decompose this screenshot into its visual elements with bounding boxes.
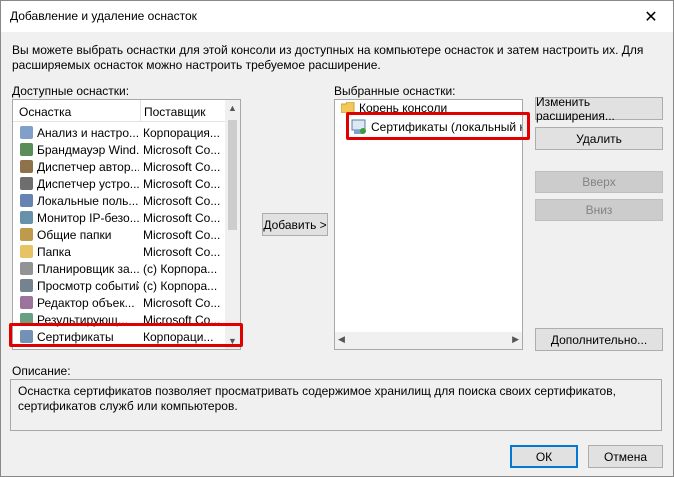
list-item[interactable]: Брандмауэр Wind... Microsoft Co... — [13, 141, 225, 158]
available-snapins-list[interactable]: Оснастка Поставщик Анализ и настро... Кор… — [12, 99, 241, 350]
list-item-name: Анализ и настро... — [37, 126, 139, 140]
list-item-provider: Microsoft Co... — [143, 296, 221, 310]
list-item-name: Диспетчер автор... — [37, 160, 139, 174]
advanced-button[interactable]: Дополнительно... — [535, 328, 663, 351]
list-item-name: Диспетчер устро... — [37, 177, 139, 191]
list-item[interactable]: Общие папки Microsoft Co... — [13, 226, 225, 243]
title-bar: Добавление и удаление оснасток ✕ — [1, 1, 673, 32]
firewall-icon — [19, 142, 34, 157]
clock-icon — [19, 261, 34, 276]
list-header: Оснастка Поставщик — [13, 100, 240, 122]
list-item[interactable]: Планировщик за... (с) Корпора... — [13, 260, 225, 277]
list-item-provider: Microsoft Co... — [143, 211, 221, 225]
move-up-button[interactable]: Вверх — [535, 171, 663, 193]
ok-button[interactable]: ОК — [510, 445, 578, 468]
list-item-provider: Корпорация... — [143, 126, 220, 140]
highlight-selected-certificates — [346, 112, 530, 140]
available-label: Доступные оснастки: — [12, 84, 130, 98]
list-item[interactable]: Монитор IP-безо... Microsoft Co... — [13, 209, 225, 226]
list-item-name: Папка — [37, 245, 71, 259]
list-item[interactable]: Диспетчер устро... Microsoft Co... — [13, 175, 225, 192]
editor-icon — [19, 295, 34, 310]
list-item[interactable]: Диспетчер автор... Microsoft Co... — [13, 158, 225, 175]
device-icon — [19, 176, 34, 191]
change-extensions-button[interactable]: Изменить расширения... — [535, 95, 663, 123]
list-item-name: Планировщик за... — [37, 262, 139, 276]
move-down-button[interactable]: Вниз — [535, 199, 663, 221]
list-item-provider: Microsoft Co... — [143, 160, 221, 174]
list-item-provider: (с) Корпора... — [143, 279, 218, 293]
list-item[interactable]: Анализ и настро... Корпорация... — [13, 124, 225, 141]
list-item-name: Общие папки — [37, 228, 112, 242]
add-button[interactable]: Добавить > — [262, 213, 328, 236]
cancel-button[interactable]: Отмена — [588, 445, 663, 468]
description-label: Описание: — [12, 364, 71, 378]
users-icon — [19, 193, 34, 208]
list-item-name: Монитор IP-безо... — [37, 211, 139, 225]
description-box: Оснастка сертификатов позволяет просматр… — [10, 379, 662, 431]
list-item-provider: Microsoft Co... — [143, 228, 221, 242]
window-title: Добавление и удаление оснасток — [10, 9, 197, 23]
highlight-available-certificates — [9, 323, 243, 347]
list-item-provider: (с) Корпора... — [143, 262, 218, 276]
shared-folder-icon — [19, 227, 34, 242]
remove-button[interactable]: Удалить — [535, 127, 663, 150]
available-scrollbar[interactable]: ▲ ▼ — [225, 100, 240, 349]
selected-label: Выбранные оснастки: — [334, 84, 456, 98]
list-item-name: Брандмауэр Wind... — [37, 143, 139, 157]
list-item[interactable]: Просмотр событий (с) Корпора... — [13, 277, 225, 294]
event-icon — [19, 278, 34, 293]
list-item[interactable]: Редактор объек... Microsoft Co... — [13, 294, 225, 311]
column-provider-header[interactable]: Поставщик — [144, 105, 206, 119]
monitor-icon — [19, 210, 34, 225]
scroll-left-icon[interactable]: ◀ — [338, 334, 345, 345]
intro-text: Вы можете выбрать оснастки для этой конс… — [12, 43, 644, 72]
close-icon[interactable]: ✕ — [629, 1, 673, 32]
list-item[interactable]: Папка Microsoft Co... — [13, 243, 225, 260]
selected-hscrollbar[interactable]: ◀ ▶ — [335, 332, 522, 349]
description-text: Оснастка сертификатов позволяет просматр… — [18, 384, 616, 413]
list-item[interactable]: Локальные поль... Microsoft Co... — [13, 192, 225, 209]
dialog-window: Добавление и удаление оснасток ✕ Вы може… — [0, 0, 674, 477]
list-item-provider: Microsoft Co... — [143, 143, 221, 157]
list-item-provider: Microsoft Co... — [143, 245, 221, 259]
list-item-provider: Microsoft Co... — [143, 177, 221, 191]
column-name-header[interactable]: Оснастка — [19, 105, 71, 119]
scroll-thumb[interactable] — [228, 120, 237, 230]
shield-icon — [19, 125, 34, 140]
scroll-up-icon[interactable]: ▲ — [228, 103, 237, 113]
list-item-name: Локальные поль... — [37, 194, 139, 208]
manager-icon — [19, 159, 34, 174]
list-item-provider: Microsoft Co... — [143, 194, 221, 208]
list-item-name: Редактор объек... — [37, 296, 135, 310]
scroll-right-icon[interactable]: ▶ — [512, 334, 519, 345]
folder-icon — [19, 244, 34, 259]
list-item-name: Просмотр событий — [37, 279, 139, 293]
